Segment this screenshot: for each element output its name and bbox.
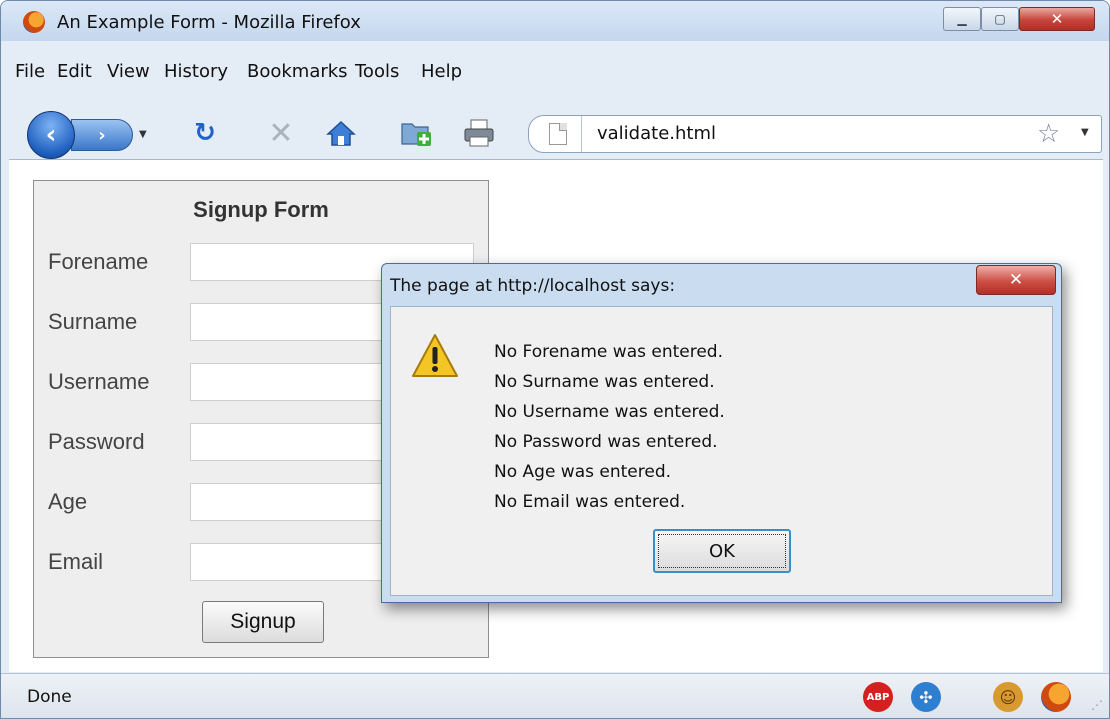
menu-edit[interactable]: Edit (57, 61, 92, 82)
surname-label: Surname (48, 309, 138, 334)
reload-icon: ↻ (194, 118, 216, 148)
menu-bookmarks[interactable]: Bookmarks (247, 61, 348, 82)
page-icon (549, 123, 567, 145)
dialog-close-button[interactable]: ✕ (976, 265, 1056, 295)
url-separator (581, 116, 582, 152)
password-label: Password (48, 429, 145, 454)
menu-help[interactable]: Help (421, 61, 462, 82)
close-icon: ✕ (1050, 10, 1064, 28)
dialog-messages: No Forename was entered. No Surname was … (494, 337, 725, 517)
home-icon (326, 120, 356, 146)
browser-window: An Example Form - Mozilla Firefox ▁ ▢ ✕ … (0, 0, 1110, 719)
forename-label: Forename (48, 249, 149, 274)
form-title: Signup Form (193, 197, 329, 222)
url-text[interactable]: validate.html (597, 123, 716, 144)
menu-bar: File Edit View History Bookmarks Tools H… (1, 41, 1109, 105)
new-tab-icon (401, 123, 431, 146)
signup-button[interactable]: Signup (202, 601, 324, 643)
print-icon (464, 119, 494, 147)
dialog-message: No Username was entered. (494, 402, 725, 422)
maximize-icon: ▢ (994, 12, 1006, 26)
reload-button[interactable]: ↻ (187, 115, 223, 151)
dialog-message: No Age was entered. (494, 462, 672, 482)
window-title: An Example Form - Mozilla Firefox (57, 12, 361, 33)
minimize-icon: ▁ (957, 12, 967, 26)
menu-file[interactable]: File (15, 61, 45, 82)
back-button[interactable]: ‹ (27, 111, 75, 159)
dialog-message: No Forename was entered. (494, 342, 723, 362)
menu-tools[interactable]: Tools (355, 61, 399, 82)
navigation-toolbar: › ‹ ▼ ↻ ✕ validate.html ☆ ▼ (1, 105, 1109, 159)
print-button[interactable] (461, 115, 497, 151)
firefox-status-icon[interactable] (1041, 682, 1071, 712)
close-window-button[interactable]: ✕ (1019, 7, 1095, 31)
url-bar[interactable]: validate.html ☆ ▼ (528, 115, 1102, 153)
email-label: Email (48, 549, 104, 574)
extension-icon[interactable]: ✣ (911, 682, 941, 712)
back-icon: ‹ (45, 120, 57, 150)
dialog-message: No Surname was entered. (494, 372, 715, 392)
ok-button[interactable]: OK (653, 529, 791, 573)
forward-button[interactable]: › (71, 119, 133, 151)
greasemonkey-icon[interactable]: ☺ (993, 682, 1023, 712)
stop-icon: ✕ (268, 115, 294, 151)
stop-button[interactable]: ✕ (263, 115, 299, 151)
status-bar: Done ABP ✣ ☺ ⋰ (1, 673, 1109, 718)
resize-grip-icon[interactable]: ⋰ (1091, 698, 1103, 712)
maximize-button[interactable]: ▢ (981, 7, 1019, 31)
dialog-message: No Email was entered. (494, 492, 686, 512)
alert-dialog: The page at http://localhost says: ✕ No … (381, 263, 1062, 603)
dialog-message: No Password was entered. (494, 432, 718, 452)
back-forward-group: › ‹ ▼ (27, 111, 163, 159)
firefox-logo-icon (23, 11, 45, 33)
username-label: Username (48, 369, 150, 394)
warning-icon (412, 334, 458, 377)
minimize-button[interactable]: ▁ (943, 7, 981, 31)
close-icon: ✕ (1008, 270, 1024, 290)
forward-icon: › (98, 124, 106, 146)
age-label: Age (48, 489, 88, 514)
bookmark-star-icon[interactable]: ☆ (1037, 119, 1060, 149)
adblock-icon[interactable]: ABP (863, 682, 893, 712)
menu-view[interactable]: View (107, 61, 150, 82)
url-dropdown-icon[interactable]: ▼ (1081, 127, 1089, 138)
home-button[interactable] (323, 115, 359, 151)
dialog-body: No Forename was entered. No Surname was … (390, 306, 1053, 596)
history-dropdown-icon[interactable]: ▼ (139, 129, 147, 140)
menu-history[interactable]: History (164, 61, 228, 82)
status-text: Done (27, 687, 72, 707)
new-tab-button[interactable] (399, 115, 435, 151)
title-bar: An Example Form - Mozilla Firefox ▁ ▢ ✕ (1, 1, 1109, 41)
dialog-title: The page at http://localhost says: (390, 276, 676, 296)
